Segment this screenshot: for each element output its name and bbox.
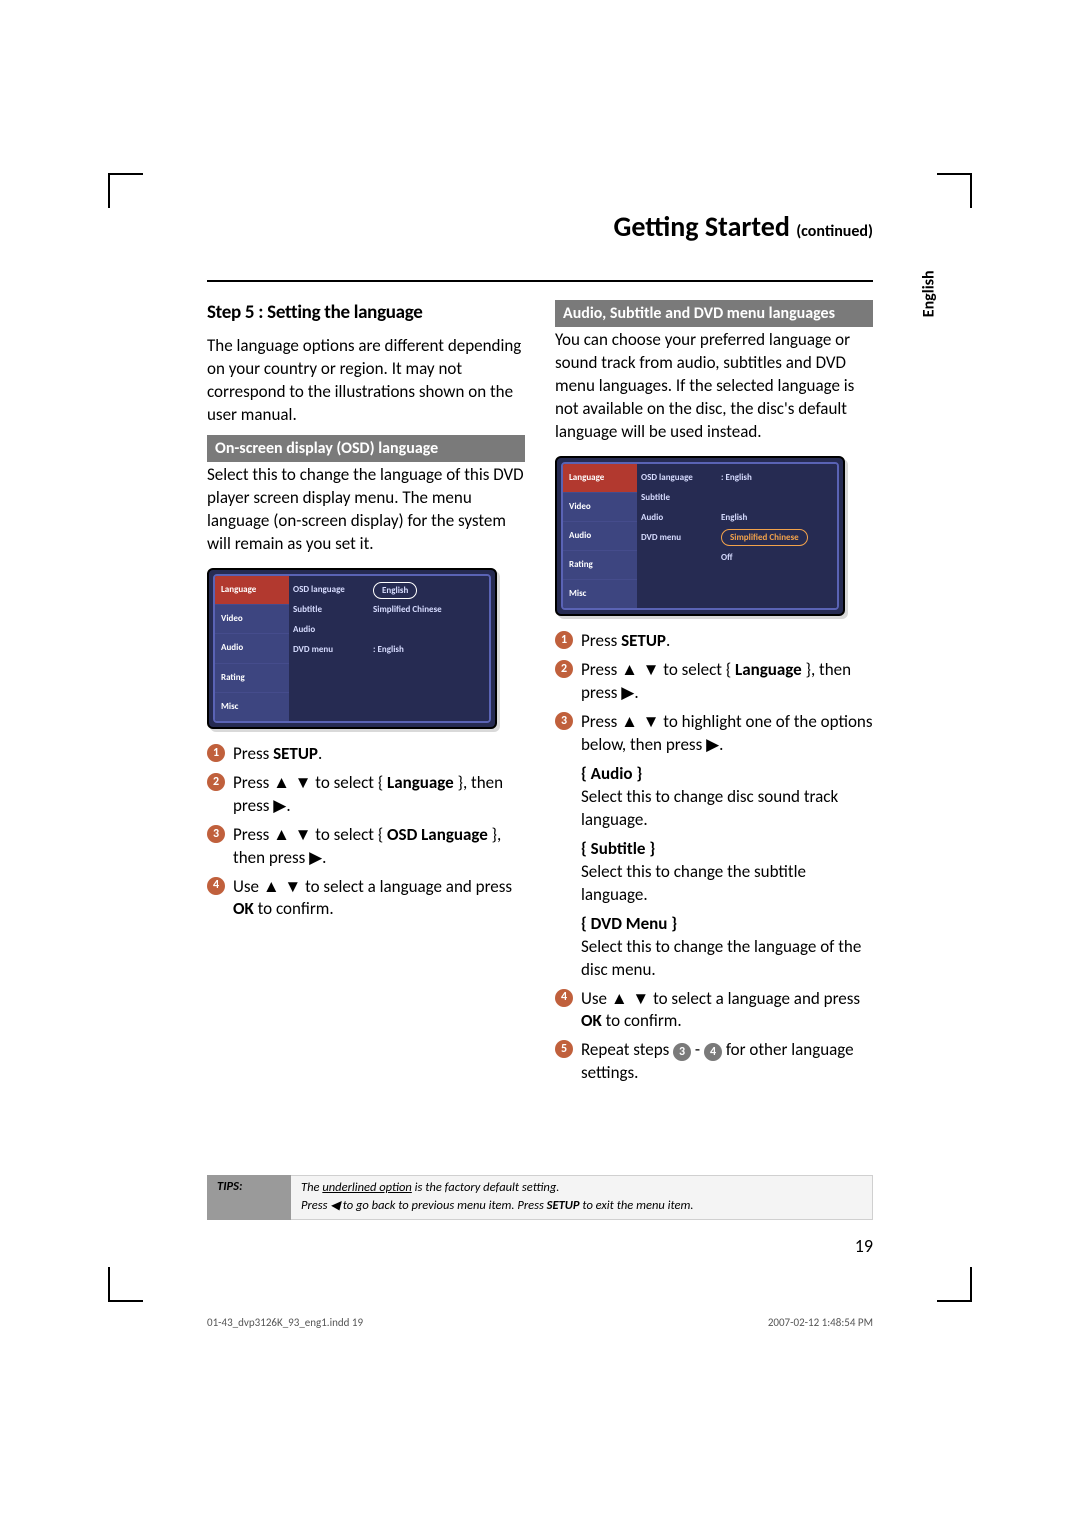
tips-label: TIPS:: [207, 1175, 291, 1220]
tips-line2: Press ◀ to go back to previous menu item…: [301, 1197, 866, 1215]
crop-mark: [937, 173, 972, 208]
shot-side-item: Rating: [563, 550, 637, 579]
crop-mark: [937, 1267, 972, 1302]
shot-side-item: Language: [215, 576, 289, 604]
step-number-icon: 4: [207, 877, 225, 895]
shot-side-item: Language: [563, 464, 637, 492]
shot-row: Subtitle: [641, 488, 833, 508]
step-number-icon: 1: [555, 631, 573, 649]
footer-file: 01-43_dvp3126K_93_eng1.indd 19: [207, 1316, 363, 1331]
shot-side-item: Misc: [215, 692, 289, 721]
step-text: Repeat steps 3 - 4 for other language se…: [581, 1039, 873, 1085]
shot-row: DVD menuSimplified Chinese: [641, 528, 833, 548]
shot-row: OSD language: English: [641, 468, 833, 488]
step-item: 2 Press ▲ ▼ to select { Language }, then …: [555, 659, 873, 705]
step-text: Press ▲ ▼ to select { Language }, then p…: [581, 659, 873, 705]
step-text: Use ▲ ▼ to select a language and press O…: [581, 988, 873, 1034]
right-steps-2: 4 Use ▲ ▼ to select a language and press …: [555, 988, 873, 1086]
page-content: Getting Started (continued) English Step…: [207, 208, 873, 1258]
step-item: 4 Use ▲ ▼ to select a language and press …: [555, 988, 873, 1034]
shot-row: Audio: [293, 620, 485, 640]
step-text: Press ▲ ▼ to select { OSD Language }, th…: [233, 824, 525, 870]
step-text: Press ▲ ▼ to select { Language }, then p…: [233, 772, 525, 818]
title-continued: (continued): [796, 222, 873, 241]
header-rule: [207, 280, 873, 282]
shot-row: SubtitleSimplified Chinese: [293, 600, 485, 620]
step-number-icon: 2: [555, 660, 573, 678]
osd-screenshot: LanguageVideoAudioRatingMisc OSD languag…: [207, 568, 497, 729]
step-number-icon: 2: [207, 773, 225, 791]
step-number-icon: 3: [207, 825, 225, 843]
step-item: 4 Use ▲ ▼ to select a language and press …: [207, 876, 525, 922]
language-tab: English: [919, 270, 941, 317]
shot-sidebar: LanguageVideoAudioRatingMisc: [215, 576, 289, 721]
shot-side-item: Rating: [215, 663, 289, 692]
step-text: Press SETUP.: [581, 630, 873, 653]
crop-mark: [108, 173, 143, 208]
shot-side-item: Misc: [563, 579, 637, 608]
audio-header-band: Audio, Subtitle and DVD menu languages: [555, 300, 873, 327]
audio-screenshot: LanguageVideoAudioRatingMisc OSD languag…: [555, 456, 845, 617]
shot-row: DVD menu: English: [293, 640, 485, 660]
right-column: Audio, Subtitle and DVD menu languages Y…: [555, 300, 873, 1091]
step-item: 1 Press SETUP.: [207, 743, 525, 766]
tips-body: The underlined option is the factory def…: [291, 1175, 873, 1220]
shot-row: AudioEnglish: [641, 508, 833, 528]
step-item: 5 Repeat steps 3 - 4 for other language s…: [555, 1039, 873, 1085]
shot-side-item: Video: [563, 492, 637, 521]
option-desc: Select this to change the subtitle langu…: [581, 861, 873, 907]
crop-mark: [108, 1267, 143, 1302]
right-intro: You can choose your preferred language o…: [555, 329, 873, 444]
shot-main: OSD languageEnglishSubtitleSimplified Ch…: [289, 576, 489, 721]
page-title: Getting Started (continued): [207, 208, 873, 252]
option-block: { DVD Menu }Select this to change the la…: [581, 913, 873, 982]
title-text: Getting Started: [613, 209, 789, 244]
tips-line1: The underlined option is the factory def…: [301, 1180, 866, 1197]
shot-side-item: Audio: [215, 633, 289, 662]
option-block: { Audio }Select this to change disc soun…: [581, 763, 873, 832]
osd-header-band: On-screen display (OSD) language: [207, 435, 525, 462]
step-heading: Step 5 : Setting the language: [207, 300, 525, 326]
step-text: Press ▲ ▼ to highlight one of the option…: [581, 711, 873, 757]
option-block: { Subtitle }Select this to change the su…: [581, 838, 873, 907]
step-item: 1 Press SETUP.: [555, 630, 873, 653]
right-steps-1: 1 Press SETUP. 2 Press ▲ ▼ to select { Lang…: [555, 630, 873, 757]
step-item: 3 Press ▲ ▼ to select { OSD Language }, t…: [207, 824, 525, 870]
option-desc: Select this to change disc sound track l…: [581, 786, 873, 832]
option-name: { DVD Menu }: [581, 913, 873, 936]
step-number-icon: 1: [207, 744, 225, 762]
print-footer: 01-43_dvp3126K_93_eng1.indd 19 2007-02-1…: [207, 1316, 873, 1331]
step-item: 2 Press ▲ ▼ to select { Language }, then …: [207, 772, 525, 818]
step-number-icon: 4: [555, 989, 573, 1007]
option-name: { Subtitle }: [581, 838, 873, 861]
shot-side-item: Audio: [563, 521, 637, 550]
shot-row: OSD languageEnglish: [293, 580, 485, 600]
page-number: 19: [855, 1234, 873, 1258]
step-text: Use ▲ ▼ to select a language and press O…: [233, 876, 525, 922]
footer-date: 2007-02-12 1:48:54 PM: [768, 1316, 873, 1331]
option-desc: Select this to change the language of th…: [581, 936, 873, 982]
left-steps: 1 Press SETUP. 2 Press ▲ ▼ to select { Lang…: [207, 743, 525, 922]
step-item: 3 Press ▲ ▼ to highlight one of the optio…: [555, 711, 873, 757]
tips-bar: TIPS: The underlined option is the facto…: [207, 1175, 873, 1220]
step-text: Press SETUP.: [233, 743, 525, 766]
two-columns: Step 5 : Setting the language The langua…: [207, 300, 873, 1091]
shot-sidebar: LanguageVideoAudioRatingMisc: [563, 464, 637, 609]
step-number-icon: 5: [555, 1040, 573, 1058]
options-block: { Audio }Select this to change disc soun…: [555, 763, 873, 981]
intro-paragraph: The language options are different depen…: [207, 335, 525, 427]
option-name: { Audio }: [581, 763, 873, 786]
shot-main: OSD language: EnglishSubtitleAudioEnglis…: [637, 464, 837, 609]
step-number-icon: 3: [555, 712, 573, 730]
osd-body: Select this to change the language of th…: [207, 464, 525, 556]
shot-row: Off: [641, 548, 833, 568]
shot-side-item: Video: [215, 604, 289, 633]
left-column: Step 5 : Setting the language The langua…: [207, 300, 525, 1091]
